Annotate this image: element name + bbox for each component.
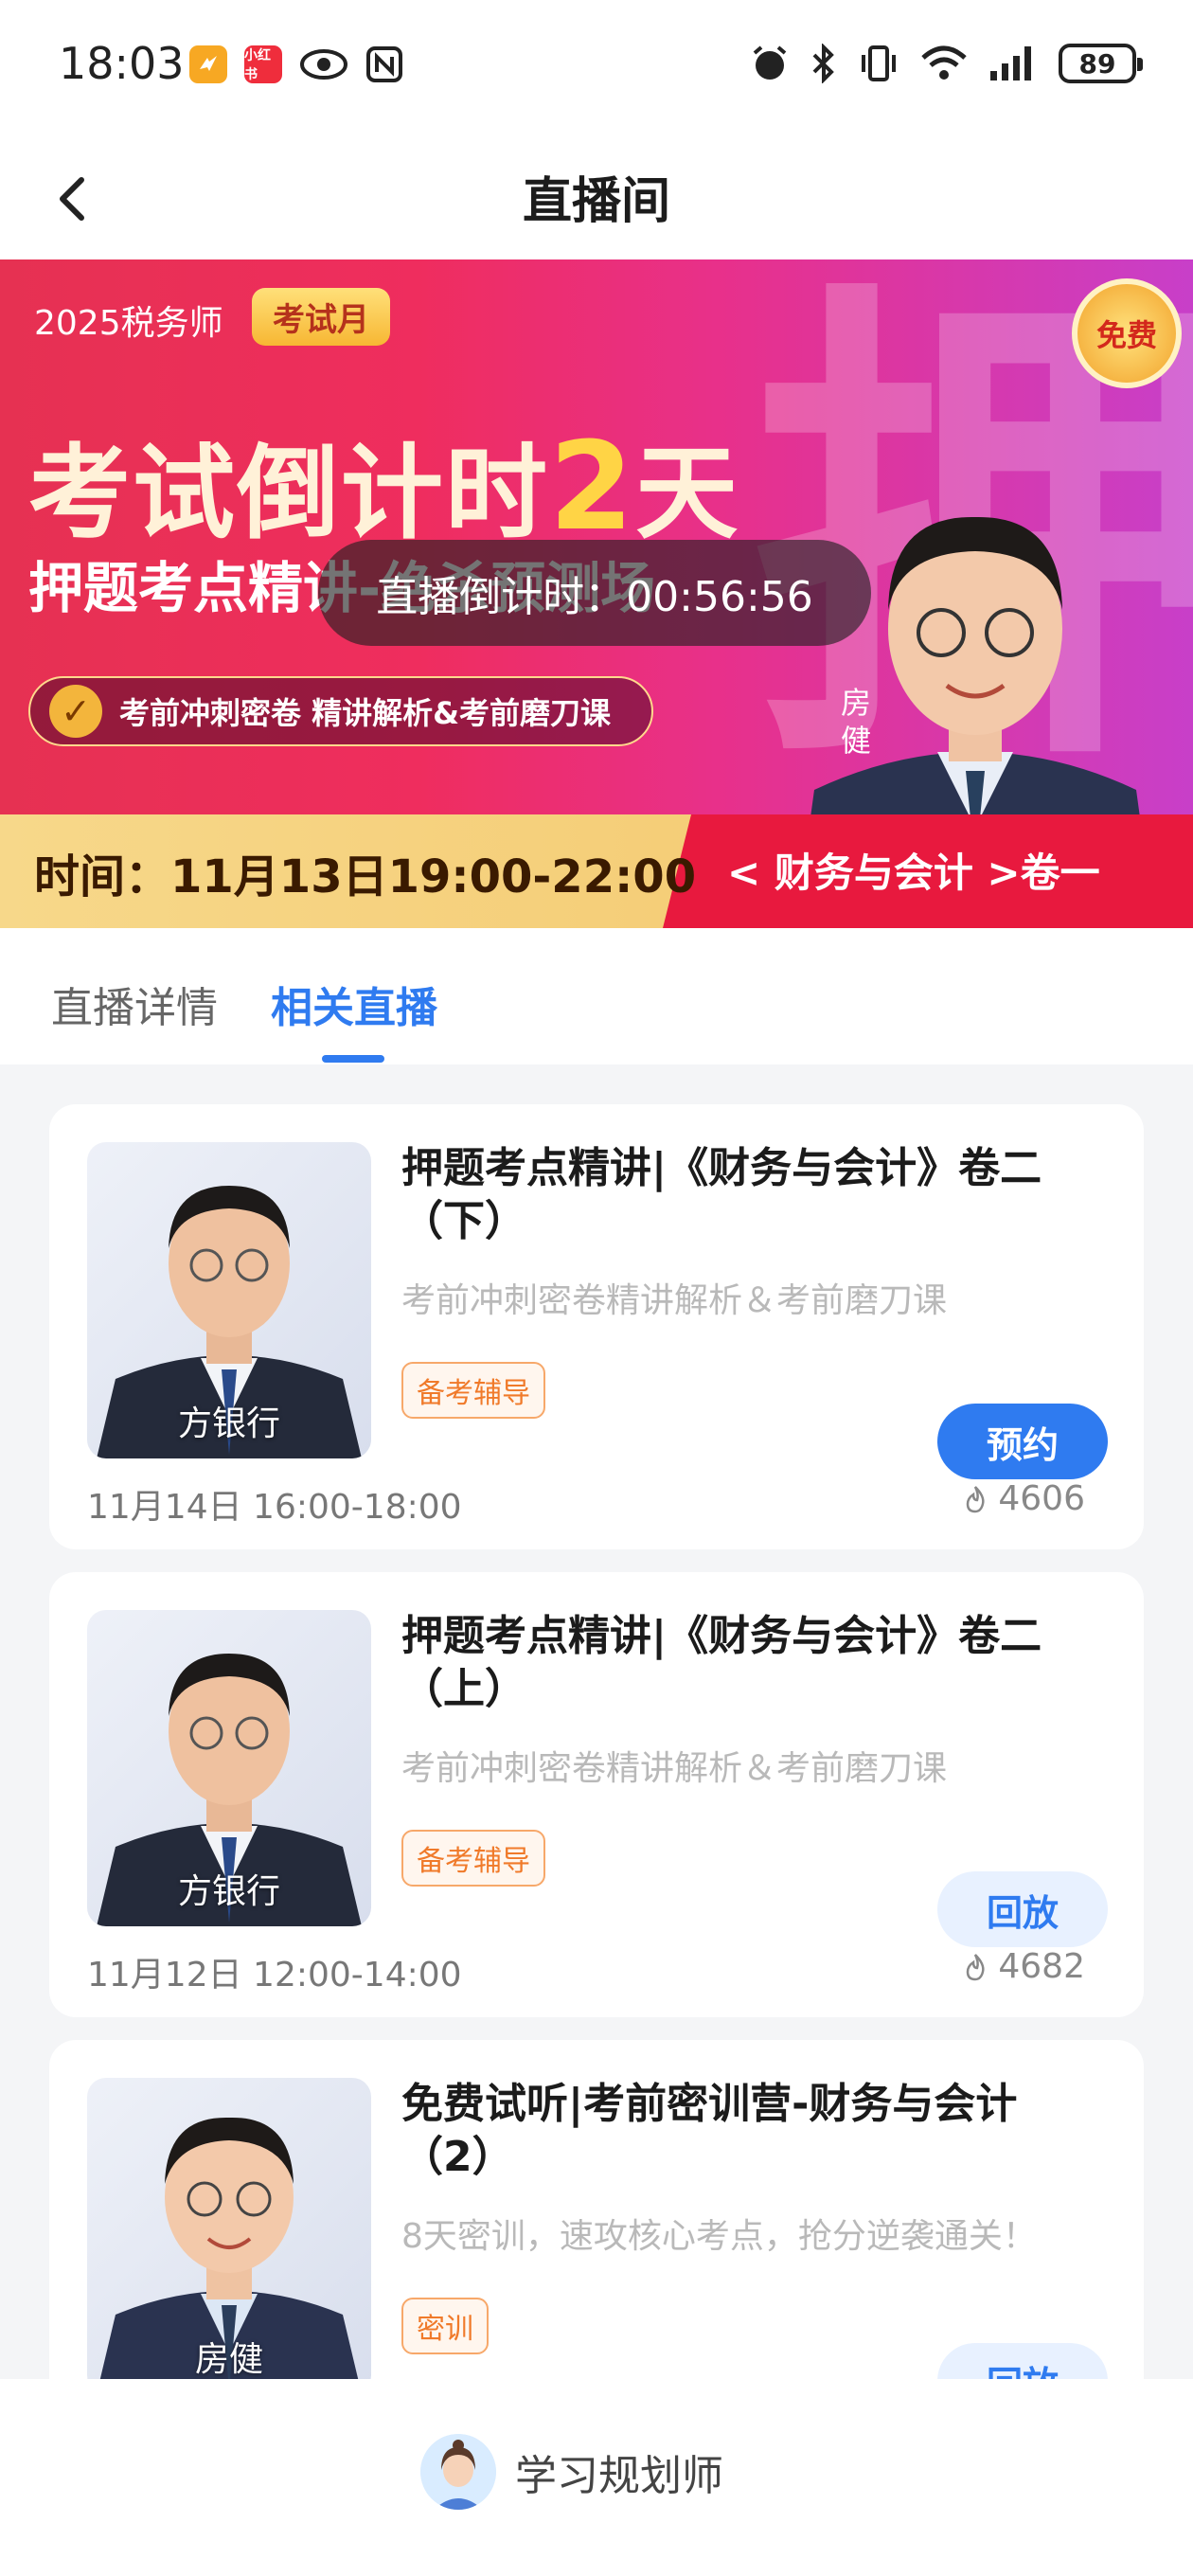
tab-live-details[interactable]: 直播详情 [51, 974, 218, 1034]
banner-headline: 考试倒计时2天 [28, 411, 739, 559]
reserve-button[interactable]: 预约 [937, 1404, 1108, 1479]
card-title: 押题考点精讲|《财务与会计》卷二（上） [401, 1612, 1042, 1713]
advisor-avatar [420, 2434, 496, 2510]
card-description: 8天密训，速攻核心考点，抢分逆袭通关！ [401, 2217, 1037, 2256]
page-title: 直播间 [522, 173, 670, 230]
battery-indicator: 89 [1059, 44, 1143, 83]
replay-button[interactable]: 回放 [937, 1871, 1108, 1947]
headline-post: 天 [635, 435, 740, 553]
banner-time: 时间：11月13日19:00-22:00 [34, 850, 697, 903]
headline-number: 2 [549, 417, 636, 558]
xiaohongshu-icon: 小红书 [244, 45, 282, 83]
card-date: 11月12日 12:00-14:00 [87, 1956, 462, 1995]
flame-icon [967, 1485, 985, 1512]
card-title: 押题考点精讲|《财务与会计》卷二（下） [401, 1144, 1042, 1245]
banner-feature-text: 考前冲刺密卷 精讲解析&考前磨刀课 [119, 695, 612, 731]
system-icons: 89 [750, 44, 1143, 83]
teacher-name: 方银行 [177, 1872, 280, 1911]
card-views: 4682 [964, 1947, 1085, 1986]
card-title: 免费试听|考前密训营-财务与会计（2） [401, 2080, 1018, 2181]
nav-bar: 直播间 [0, 133, 1193, 259]
status-time: 18:03 [59, 38, 185, 89]
card-date: 11月14日 16:00-18:00 [87, 1488, 462, 1527]
teacher-thumbnail: 方银行 [87, 1142, 371, 1458]
banner-year-label: 2025税务师 [34, 304, 223, 343]
teacher-name: 房健 [194, 2340, 263, 2379]
card-views: 4606 [964, 1479, 1085, 1518]
headline-pre: 考试倒计时 [28, 435, 550, 553]
live-countdown: 直播倒计时：00:56:56 [318, 540, 871, 646]
views-count: 4606 [998, 1479, 1085, 1518]
teacher-thumbnail: 方银行 [87, 1610, 371, 1926]
banner-feature-pill: ✓ 考前冲刺密卷 精讲解析&考前磨刀课 [28, 676, 653, 746]
tab-related-live[interactable]: 相关直播 [271, 974, 437, 1034]
nfc-icon [366, 46, 402, 82]
card-tag: 备考辅导 [401, 1830, 545, 1887]
study-advisor-button[interactable]: 学习规划师 [420, 2434, 723, 2510]
signal-icon [990, 46, 1031, 80]
advisor-avatar-icon [420, 2434, 496, 2510]
banner-teacher-name: 房健 [841, 685, 872, 759]
flame-icon [967, 1953, 985, 1980]
banner-tag: 考试月 [252, 288, 390, 346]
teacher-name: 方银行 [177, 1404, 280, 1443]
app-notification-icon [189, 45, 227, 83]
vibrate-icon [862, 45, 896, 81]
card-tag: 密训 [401, 2298, 489, 2354]
advisor-label: 学习规划师 [515, 2452, 723, 2500]
card-description: 考前冲刺密卷精讲解析＆考前磨刀课 [401, 1281, 948, 1320]
free-badge: 免费 [1072, 278, 1182, 388]
status-bar: 18:03 小红书 89 [0, 0, 1193, 133]
card-description: 考前冲刺密卷精讲解析＆考前磨刀课 [401, 1749, 948, 1788]
active-tab-indicator [322, 1055, 384, 1063]
live-card[interactable]: 方银行 押题考点精讲|《财务与会计》卷二（上） 考前冲刺密卷精讲解析＆考前磨刀课… [49, 1572, 1144, 2017]
wifi-icon [921, 45, 967, 80]
bottom-bar: 学习规划师 [0, 2379, 1193, 2576]
eye-icon [300, 49, 347, 80]
check-icon: ✓ [49, 685, 102, 738]
live-card[interactable]: 方银行 押题考点精讲|《财务与会计》卷二（下） 考前冲刺密卷精讲解析＆考前磨刀课… [49, 1104, 1144, 1549]
notification-icons: 小红书 [189, 45, 403, 83]
views-count: 4682 [998, 1947, 1085, 1986]
bluetooth-icon [812, 44, 834, 83]
tab-bar: 直播详情 相关直播 [0, 928, 1193, 1064]
card-tag: 备考辅导 [401, 1362, 545, 1419]
banner-course: < 财务与会计 >卷一 [727, 850, 1100, 896]
teacher-thumbnail: 房健 [87, 2078, 371, 2394]
alarm-icon [753, 45, 787, 80]
